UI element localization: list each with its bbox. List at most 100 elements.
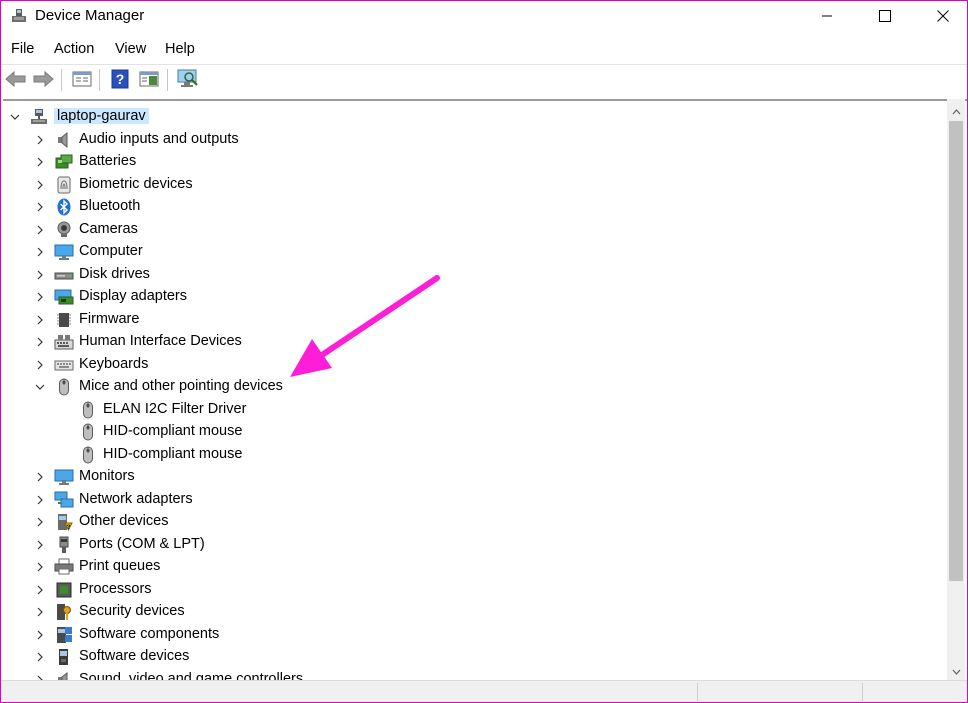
speaker-icon bbox=[54, 131, 74, 149]
chevron-right-icon[interactable] bbox=[34, 629, 46, 641]
close-button[interactable] bbox=[914, 1, 967, 32]
chevron-right-icon[interactable] bbox=[34, 269, 46, 281]
chevron-right-icon[interactable] bbox=[34, 291, 46, 303]
tree-device-label: ELAN I2C Filter Driver bbox=[103, 401, 247, 417]
tree-item-cameras[interactable]: Cameras bbox=[3, 219, 948, 241]
back-button[interactable] bbox=[4, 68, 28, 92]
tree-item-biometric-devices[interactable]: Biometric devices bbox=[3, 174, 948, 196]
status-bar-pane bbox=[862, 683, 967, 701]
chevron-right-icon[interactable] bbox=[34, 516, 46, 528]
printer-icon bbox=[54, 558, 74, 576]
maximize-icon bbox=[879, 9, 891, 25]
menu-file[interactable]: File bbox=[11, 41, 34, 57]
maximize-button[interactable] bbox=[856, 1, 914, 32]
tree-item-network-adapters[interactable]: Network adapters bbox=[3, 489, 948, 511]
tree-item-label: Other devices bbox=[79, 513, 169, 529]
tree-item-label: Keyboards bbox=[79, 356, 149, 372]
scan-hardware-button[interactable] bbox=[176, 68, 200, 92]
unknown-device-icon: ? bbox=[54, 513, 74, 531]
chevron-right-icon[interactable] bbox=[34, 314, 46, 326]
tree-item-processors[interactable]: Processors bbox=[3, 579, 948, 601]
tree-item-security-devices[interactable]: Security devices bbox=[3, 601, 948, 623]
chevron-right-icon[interactable] bbox=[34, 179, 46, 191]
software-device-icon bbox=[54, 648, 74, 666]
scroll-down-button[interactable] bbox=[947, 661, 965, 678]
tree-item-label: Network adapters bbox=[79, 491, 193, 507]
help-button[interactable]: ? bbox=[108, 68, 132, 92]
chevron-right-icon[interactable] bbox=[34, 584, 46, 596]
scan-hardware-icon bbox=[177, 69, 199, 92]
forward-button[interactable] bbox=[31, 68, 55, 92]
tree-item-human-interface-devices[interactable]: Human Interface Devices bbox=[3, 331, 948, 353]
tree-item-print-queues[interactable]: Print queues bbox=[3, 556, 948, 578]
tree-item-label: Software components bbox=[79, 626, 220, 642]
tree-item-label: Display adapters bbox=[79, 288, 187, 304]
chevron-right-icon[interactable] bbox=[34, 651, 46, 663]
tree-item-disk-drives[interactable]: Disk drives bbox=[3, 264, 948, 286]
disk-drive-icon bbox=[54, 266, 74, 284]
tree-device-elan-i2c-filter-driver[interactable]: ELAN I2C Filter Driver bbox=[3, 399, 948, 421]
monitor-icon bbox=[54, 468, 74, 486]
tree-item-keyboards[interactable]: Keyboards bbox=[3, 354, 948, 376]
chevron-right-icon[interactable] bbox=[34, 336, 46, 348]
chevron-down-icon bbox=[952, 662, 961, 678]
tree-item-firmware[interactable]: Firmware bbox=[3, 309, 948, 331]
tree-root[interactable]: laptop-gaurav bbox=[3, 106, 948, 128]
svg-text:?: ? bbox=[116, 71, 125, 87]
chevron-right-icon[interactable] bbox=[34, 494, 46, 506]
tree-item-label: Batteries bbox=[79, 153, 137, 169]
tree-item-label: Processors bbox=[79, 581, 152, 597]
tree-item-monitors[interactable]: Monitors bbox=[3, 466, 948, 488]
chevron-right-icon[interactable] bbox=[34, 134, 46, 146]
tree-item-label: Computer bbox=[79, 243, 143, 259]
chevron-right-icon[interactable] bbox=[34, 359, 46, 371]
display-adapter-icon bbox=[54, 288, 74, 306]
toolbar-separator bbox=[167, 69, 168, 91]
tree-item-software-devices[interactable]: Software devices bbox=[3, 646, 948, 668]
speaker-icon bbox=[54, 671, 74, 680]
chevron-down-icon[interactable] bbox=[34, 381, 46, 393]
chevron-right-icon[interactable] bbox=[34, 606, 46, 618]
tree-item-label: Software devices bbox=[79, 648, 190, 664]
tree-item-display-adapters[interactable]: Display adapters bbox=[3, 286, 948, 308]
tree-item-computer[interactable]: Computer bbox=[3, 241, 948, 263]
tree-device-hid-compliant-mouse[interactable]: HID-compliant mouse bbox=[3, 421, 948, 443]
chevron-right-icon[interactable] bbox=[34, 246, 46, 258]
tree-item-other-devices[interactable]: ? Other devices bbox=[3, 511, 948, 533]
tree-item-audio-inputs-and-outputs[interactable]: Audio inputs and outputs bbox=[3, 129, 948, 151]
minimize-button[interactable] bbox=[798, 1, 856, 32]
menu-action[interactable]: Action bbox=[54, 41, 94, 57]
tree-item-sound-video-and-game-controllers[interactable]: Sound, video and game controllers bbox=[3, 669, 948, 680]
bluetooth-icon bbox=[54, 198, 74, 216]
tree-item-bluetooth[interactable]: Bluetooth bbox=[3, 196, 948, 218]
chevron-right-icon[interactable] bbox=[34, 539, 46, 551]
menu-view[interactable]: View bbox=[115, 41, 146, 57]
properties-button[interactable] bbox=[70, 68, 94, 92]
show-hide-tree-button[interactable] bbox=[137, 68, 161, 92]
network-icon bbox=[54, 491, 74, 509]
chevron-right-icon[interactable] bbox=[34, 156, 46, 168]
chevron-right-icon[interactable] bbox=[34, 561, 46, 573]
scroll-up-button[interactable] bbox=[947, 101, 965, 118]
device-manager-icon bbox=[10, 7, 28, 25]
menu-help[interactable]: Help bbox=[165, 41, 195, 57]
chevron-right-icon[interactable] bbox=[34, 224, 46, 236]
chevron-right-icon[interactable] bbox=[34, 201, 46, 213]
tree-item-batteries[interactable]: Batteries bbox=[3, 151, 948, 173]
processor-icon bbox=[54, 581, 74, 599]
hid-icon bbox=[54, 333, 74, 351]
status-bar bbox=[1, 680, 967, 702]
vertical-scrollbar[interactable] bbox=[947, 99, 965, 680]
tree-item-software-components[interactable]: Software components bbox=[3, 624, 948, 646]
computer-network-icon bbox=[29, 108, 49, 126]
scroll-thumb[interactable] bbox=[949, 121, 963, 581]
tree-item-ports-com-lpt[interactable]: Ports (COM & LPT) bbox=[3, 534, 948, 556]
tree-item-label: Human Interface Devices bbox=[79, 333, 242, 349]
tree-device-hid-compliant-mouse[interactable]: HID-compliant mouse bbox=[3, 444, 948, 466]
chevron-right-icon[interactable] bbox=[34, 471, 46, 483]
title-bar: Device Manager bbox=[1, 1, 967, 32]
device-tree-pane[interactable]: laptop-gaurav Audio inputs and outputs Ba… bbox=[3, 99, 967, 680]
keyboard-icon bbox=[54, 356, 74, 374]
tree-item-mice-and-other-pointing-devices[interactable]: Mice and other pointing devices bbox=[3, 376, 948, 398]
chevron-down-icon[interactable] bbox=[9, 111, 21, 123]
